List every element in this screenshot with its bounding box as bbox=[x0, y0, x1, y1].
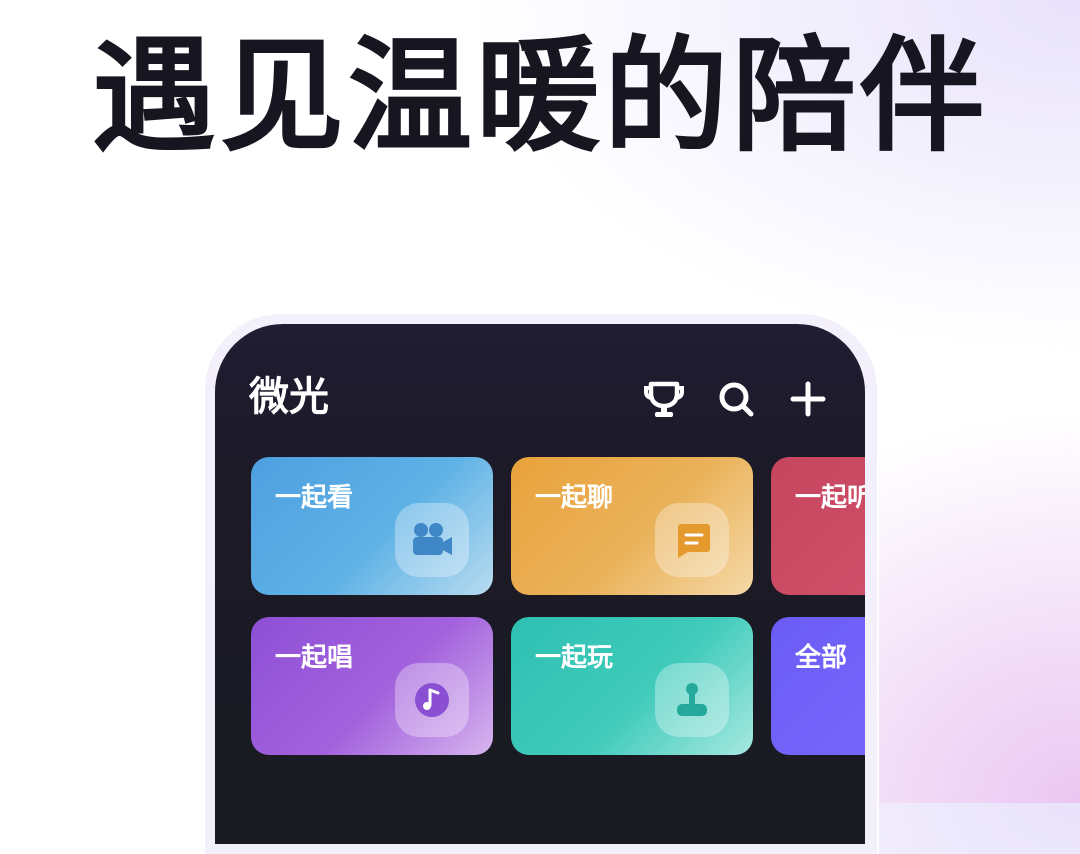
video-camera-icon bbox=[395, 503, 469, 577]
category-label: 全部 bbox=[795, 643, 848, 673]
category-label: 一起玩 bbox=[535, 643, 614, 673]
category-card-play[interactable]: 一起玩 bbox=[511, 617, 753, 755]
phone-screen: 微光 一起看 一起聊 一起听 一起唱 一起玩 全部 bbox=[215, 324, 865, 844]
music-note-icon bbox=[395, 663, 469, 737]
headline: 遇见温暖的陪伴 bbox=[91, 25, 988, 169]
category-label: 一起听 bbox=[795, 483, 865, 513]
category-label: 一起聊 bbox=[535, 483, 614, 513]
category-card-all[interactable]: 全部 bbox=[771, 617, 865, 755]
plus-icon[interactable] bbox=[785, 376, 831, 422]
app-title: 微光 bbox=[249, 374, 329, 420]
search-icon[interactable] bbox=[713, 376, 759, 422]
category-label: 一起看 bbox=[275, 483, 354, 513]
category-card-listen[interactable]: 一起听 bbox=[771, 457, 865, 595]
top-toolbar bbox=[641, 376, 831, 422]
category-card-watch[interactable]: 一起看 bbox=[251, 457, 493, 595]
category-card-chat[interactable]: 一起聊 bbox=[511, 457, 753, 595]
trophy-icon[interactable] bbox=[641, 376, 687, 422]
joystick-icon bbox=[655, 663, 729, 737]
category-label: 一起唱 bbox=[275, 643, 354, 673]
category-card-sing[interactable]: 一起唱 bbox=[251, 617, 493, 755]
chat-bubble-icon bbox=[655, 503, 729, 577]
